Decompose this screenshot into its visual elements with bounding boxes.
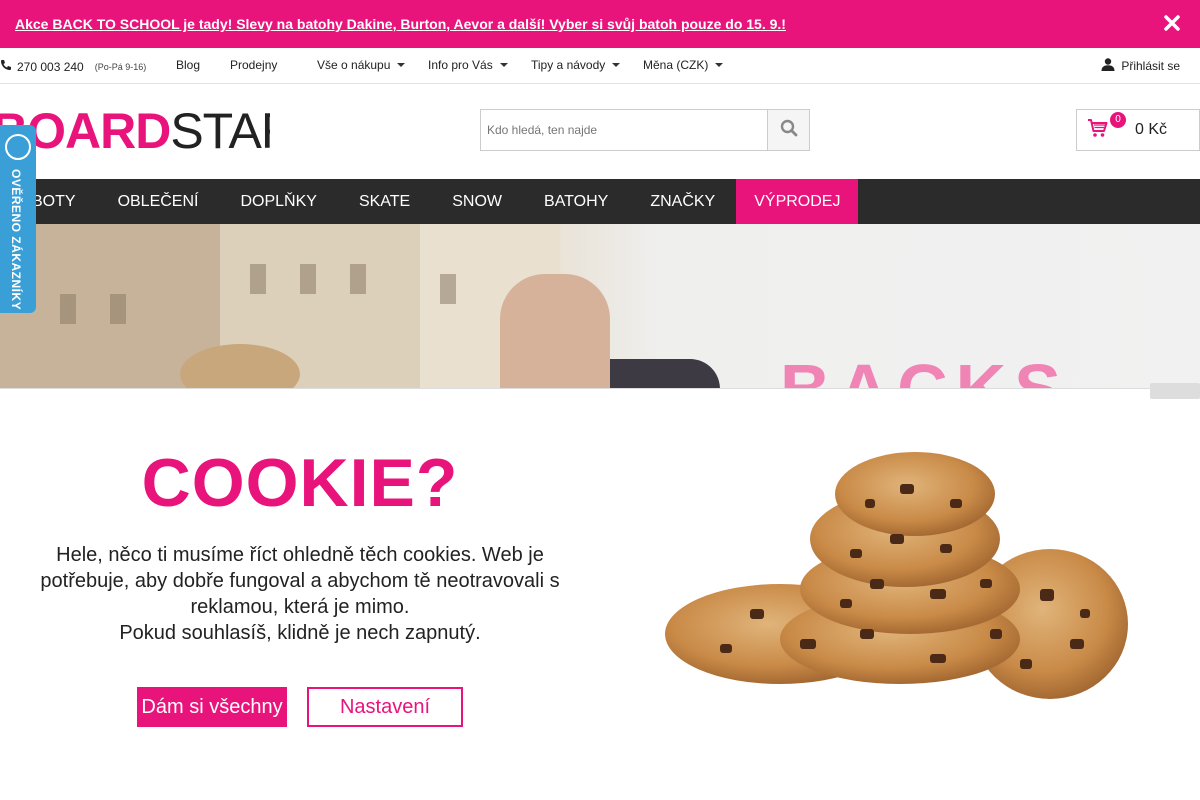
hero-word: BACKS — [780, 350, 1069, 389]
verified-label: OVĚŘENO ZÁKAZNÍKY — [9, 169, 23, 311]
nav-item-znacky[interactable]: ZNAČKY — [629, 179, 736, 224]
search-input[interactable] — [481, 110, 767, 150]
search-box — [480, 109, 810, 151]
accept-all-cookies-button[interactable]: Dám si všechny — [137, 687, 287, 727]
cookie-settings-button[interactable]: Nastavení — [307, 687, 463, 727]
cookie-text: Hele, něco ti musíme říct ohledně těch c… — [0, 542, 600, 646]
topbar-link-prodejny[interactable]: Prodejny — [230, 58, 277, 72]
login-link[interactable]: Přihlásit se — [1101, 58, 1180, 74]
top-utility-bar: 270 003 240 (Po-Pá 9-16) Blog Prodejny V… — [0, 48, 1200, 84]
cart-icon: 0 — [1087, 111, 1126, 143]
hero-person — [500, 274, 610, 389]
cookie-text-consent: Pokud souhlasíš, klidně je nech zapnutý. — [119, 622, 481, 644]
cart-total: 0 Kč — [1135, 121, 1168, 138]
cart-button[interactable]: 0 0 Kč — [1076, 109, 1200, 151]
user-icon — [1101, 58, 1115, 74]
caret-down-icon — [397, 63, 406, 67]
main-nav: BOTY OBLEČENÍ DOPLŇKY SKATE SNOW BATOHY … — [0, 179, 1200, 224]
nav-item-snow[interactable]: SNOW — [431, 179, 523, 224]
logo-star: STAR.CZ — [170, 106, 270, 156]
cookie-panel-handle — [1150, 383, 1200, 399]
verified-customers-badge[interactable]: OVĚŘENO ZÁKAZNÍKY — [0, 125, 36, 313]
verified-seal-icon — [5, 134, 31, 160]
nav-item-obleceni[interactable]: OBLEČENÍ — [97, 179, 220, 224]
hero-window — [350, 264, 366, 294]
hero-window — [440, 274, 456, 304]
promo-link[interactable]: Akce BACK TO SCHOOL je tady! Slevy na ba… — [15, 16, 786, 32]
cookies-image — [665, 452, 1128, 699]
topbar-link-blog[interactable]: Blog — [176, 58, 200, 72]
search-icon — [780, 119, 798, 142]
hero-window — [110, 294, 126, 324]
promo-bar: Akce BACK TO SCHOOL je tady! Slevy na ba… — [0, 0, 1200, 48]
phone-icon — [0, 59, 12, 74]
hero-window — [60, 294, 76, 324]
close-icon[interactable] — [1162, 13, 1182, 33]
login-label: Přihlásit se — [1121, 59, 1180, 73]
nav-item-vyprodej[interactable]: VÝPRODEJ — [736, 179, 859, 224]
currency-selector[interactable]: Měna (CZK) — [643, 58, 724, 72]
caret-down-icon — [715, 63, 724, 67]
nav-item-doplnky[interactable]: DOPLŇKY — [219, 179, 337, 224]
caret-down-icon — [499, 63, 508, 67]
hero-banner[interactable]: BACKS — [0, 224, 1200, 389]
topbar-link-tipy-a-navody[interactable]: Tipy a návody — [531, 58, 621, 72]
hero-window — [300, 264, 316, 294]
topbar-link-vse-o-nakupu[interactable]: Vše o nákupu — [317, 58, 406, 72]
phone-contact[interactable]: 270 003 240 (Po-Pá 9-16) — [0, 59, 146, 74]
phone-hours: (Po-Pá 9-16) — [94, 61, 147, 72]
nav-item-skate[interactable]: SKATE — [338, 179, 431, 224]
cart-count-badge: 0 — [1110, 111, 1126, 128]
site-header: BOARDSTAR.CZ 0 0 Kč — [0, 84, 1200, 179]
phone-number: 270 003 240 — [17, 59, 84, 74]
site-logo[interactable]: BOARDSTAR.CZ — [0, 106, 270, 156]
search-button[interactable] — [767, 110, 809, 150]
cookie-text-main: Hele, něco ti musíme říct ohledně těch c… — [40, 544, 560, 618]
cookie-title: COOKIE? — [141, 445, 459, 521]
nav-item-batohy[interactable]: BATOHY — [523, 179, 629, 224]
caret-down-icon — [612, 63, 621, 67]
topbar-link-info-pro-vas[interactable]: Info pro Vás — [428, 58, 508, 72]
hero-window — [250, 264, 266, 294]
cookie-consent-panel: COOKIE? Hele, něco ti musíme říct ohledn… — [0, 383, 1200, 800]
